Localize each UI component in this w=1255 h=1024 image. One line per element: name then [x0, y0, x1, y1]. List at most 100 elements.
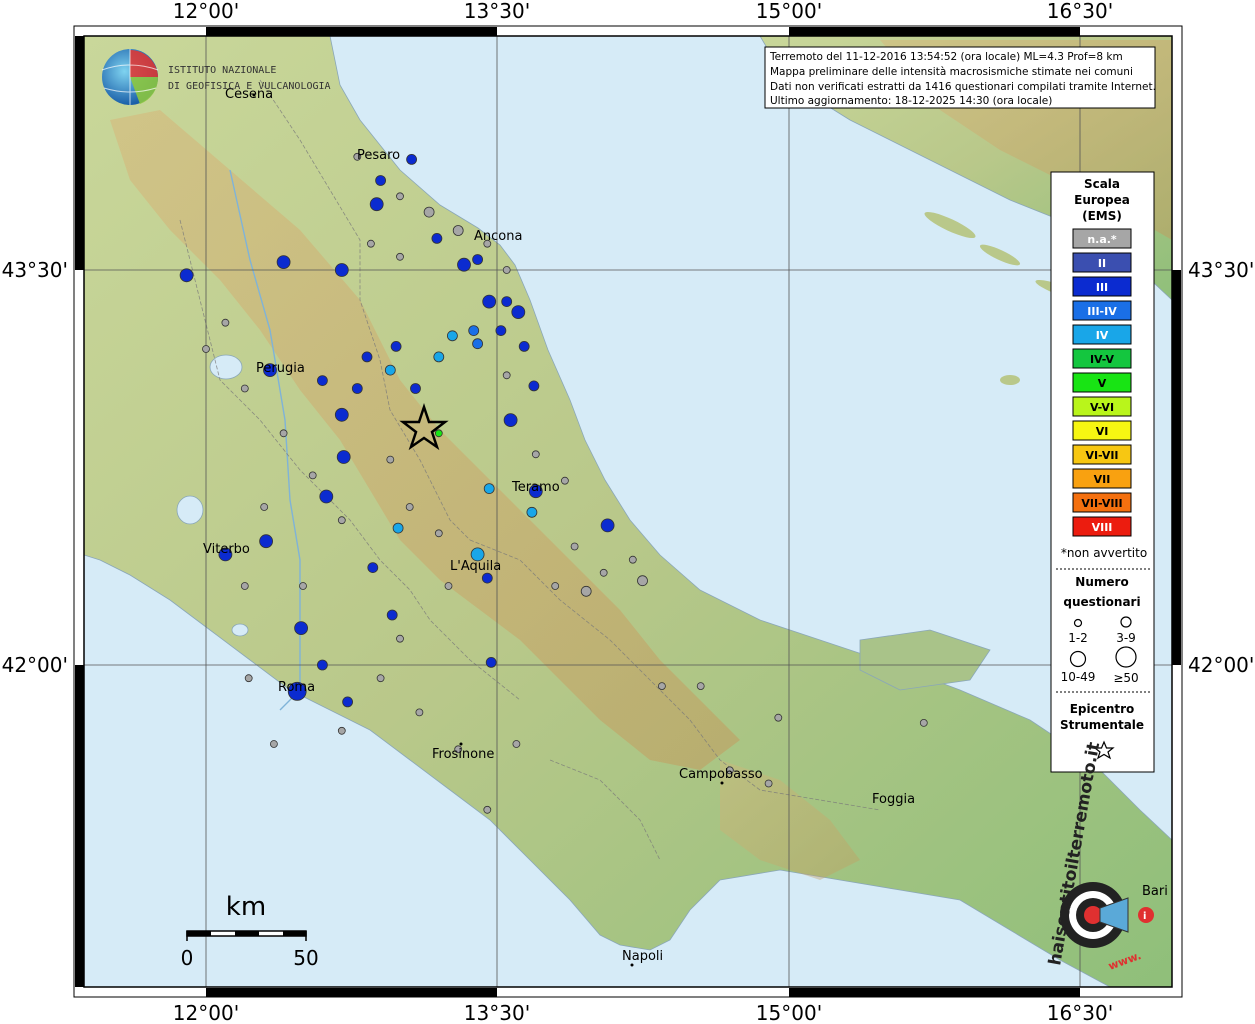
intensity-point: [637, 575, 648, 587]
intensity-point: [336, 450, 351, 464]
legend: Scala Europea (EMS) n.a.*IIIIIIII-IVIVIV…: [1050, 171, 1155, 773]
count-title: Numero: [1075, 575, 1128, 589]
lat-tick-label: 42°00': [1188, 653, 1254, 677]
legend-level-label: n.a.*: [1087, 233, 1117, 246]
lon-tick-label: 15°00': [756, 1001, 822, 1024]
legend-level-label: VII: [1094, 473, 1111, 486]
intensity-point: [334, 263, 349, 277]
intensity-point: [511, 305, 526, 320]
lon-tick-label: 12°00': [173, 0, 239, 23]
intensity-point: [503, 413, 518, 428]
lon-tick-label: 15°00': [756, 0, 822, 23]
intensity-map: 12°00' 13°30' 15°00' 16°30' 12°00' 13°30…: [0, 0, 1255, 1024]
legend-level-label: V: [1098, 377, 1107, 390]
lon-tick-label: 16°30': [1047, 1001, 1113, 1024]
lon-tick-label: 12°00': [173, 1001, 239, 1024]
intensity-point: [367, 562, 379, 573]
legend-level-label: VI: [1096, 425, 1109, 438]
intensity-point: [468, 325, 480, 337]
intensity-point: [502, 266, 511, 274]
intensity-point: [308, 471, 317, 480]
intensity-point: [434, 429, 443, 438]
legend-note: *non avvertito: [1061, 546, 1147, 560]
intensity-point: [764, 779, 773, 788]
legend-title: Scala: [1084, 177, 1120, 191]
city-label: Teramo: [511, 480, 560, 495]
intensity-point: [396, 252, 404, 261]
intensity-point: [179, 268, 194, 283]
intensity-point: [434, 529, 443, 538]
intensity-point: [202, 345, 210, 353]
intensity-point: [276, 255, 291, 270]
intensity-point: [259, 534, 274, 549]
intensity-point: [482, 294, 497, 309]
intensity-point: [342, 696, 354, 708]
intensity-point: [423, 206, 435, 218]
city-label: Napoli: [622, 949, 663, 964]
intensity-point: [551, 582, 560, 590]
legend-level-label: II: [1098, 257, 1106, 270]
intensity-point: [431, 232, 443, 244]
city-label: Roma: [278, 680, 315, 695]
intensity-point: [396, 634, 404, 643]
lat-tick-label: 43°30': [2, 258, 68, 282]
intensity-point: [502, 371, 511, 380]
intensity-point: [415, 708, 424, 717]
legend-level-label: VIII: [1092, 521, 1113, 534]
city-label: L'Aquila: [450, 559, 501, 574]
intensity-point: [316, 375, 328, 387]
intensity-point: [337, 516, 346, 525]
intensity-point: [260, 503, 269, 511]
count-label: ≥50: [1113, 671, 1138, 685]
intensity-point: [518, 340, 530, 352]
city-label: Pesaro: [357, 148, 400, 163]
logo-line2: DI GEOFISICA E VULCANOLOGIA: [168, 81, 331, 92]
city-label: Frosinone: [432, 747, 494, 762]
intensity-point: [361, 351, 373, 363]
intensity-point: [512, 740, 521, 748]
header-box: Terremoto del 11-12-2016 13:54:52 (ora l…: [764, 46, 1156, 109]
scale-max: 50: [293, 946, 318, 970]
header-line2: Mappa preliminare delle intensità macros…: [770, 66, 1133, 78]
intensity-point: [628, 555, 637, 564]
epicenter-title: Strumentale: [1060, 718, 1144, 732]
intensity-point: [444, 582, 453, 590]
intensity-point: [580, 585, 592, 597]
count-label: 10-49: [1061, 670, 1096, 684]
epicenter-title: Epicentro: [1070, 702, 1135, 716]
intensity-point: [319, 489, 334, 504]
intensity-point: [501, 296, 513, 308]
legend-level-label: III: [1096, 281, 1108, 294]
intensity-point: [531, 450, 540, 459]
intensity-point: [366, 239, 375, 248]
header-line1: Terremoto del 11-12-2016 13:54:52 (ora l…: [769, 51, 1123, 63]
intensity-point: [386, 455, 395, 464]
intensity-point: [369, 197, 384, 212]
intensity-point: [452, 225, 464, 236]
intensity-point: [269, 740, 278, 748]
lat-tick-label: 42°00': [2, 653, 68, 677]
intensity-point: [294, 621, 309, 635]
intensity-point: [406, 153, 418, 165]
intensity-point: [561, 476, 569, 485]
intensity-point: [526, 506, 538, 518]
city-label: Campobasso: [679, 767, 763, 782]
city-label: Bari: [1142, 884, 1168, 899]
intensity-point: [483, 483, 495, 495]
intensity-point: [375, 175, 387, 186]
scale-min: 0: [181, 946, 194, 970]
intensity-point: [658, 682, 666, 690]
city-label: Perugia: [256, 361, 305, 376]
intensity-point: [334, 407, 349, 422]
intensity-point: [433, 351, 445, 363]
intensity-point: [600, 518, 615, 533]
header-line3: Dati non verificati estratti da 1416 que…: [770, 81, 1156, 93]
lat-tick-label: 43°30': [1188, 258, 1254, 282]
intensity-point: [299, 582, 307, 590]
intensity-point: [337, 726, 346, 735]
legend-level-label: VII-VIII: [1081, 497, 1122, 510]
intensity-point: [316, 659, 328, 671]
intensity-point: [386, 609, 398, 621]
intensity-point: [240, 384, 249, 393]
intensity-point: [221, 318, 230, 327]
